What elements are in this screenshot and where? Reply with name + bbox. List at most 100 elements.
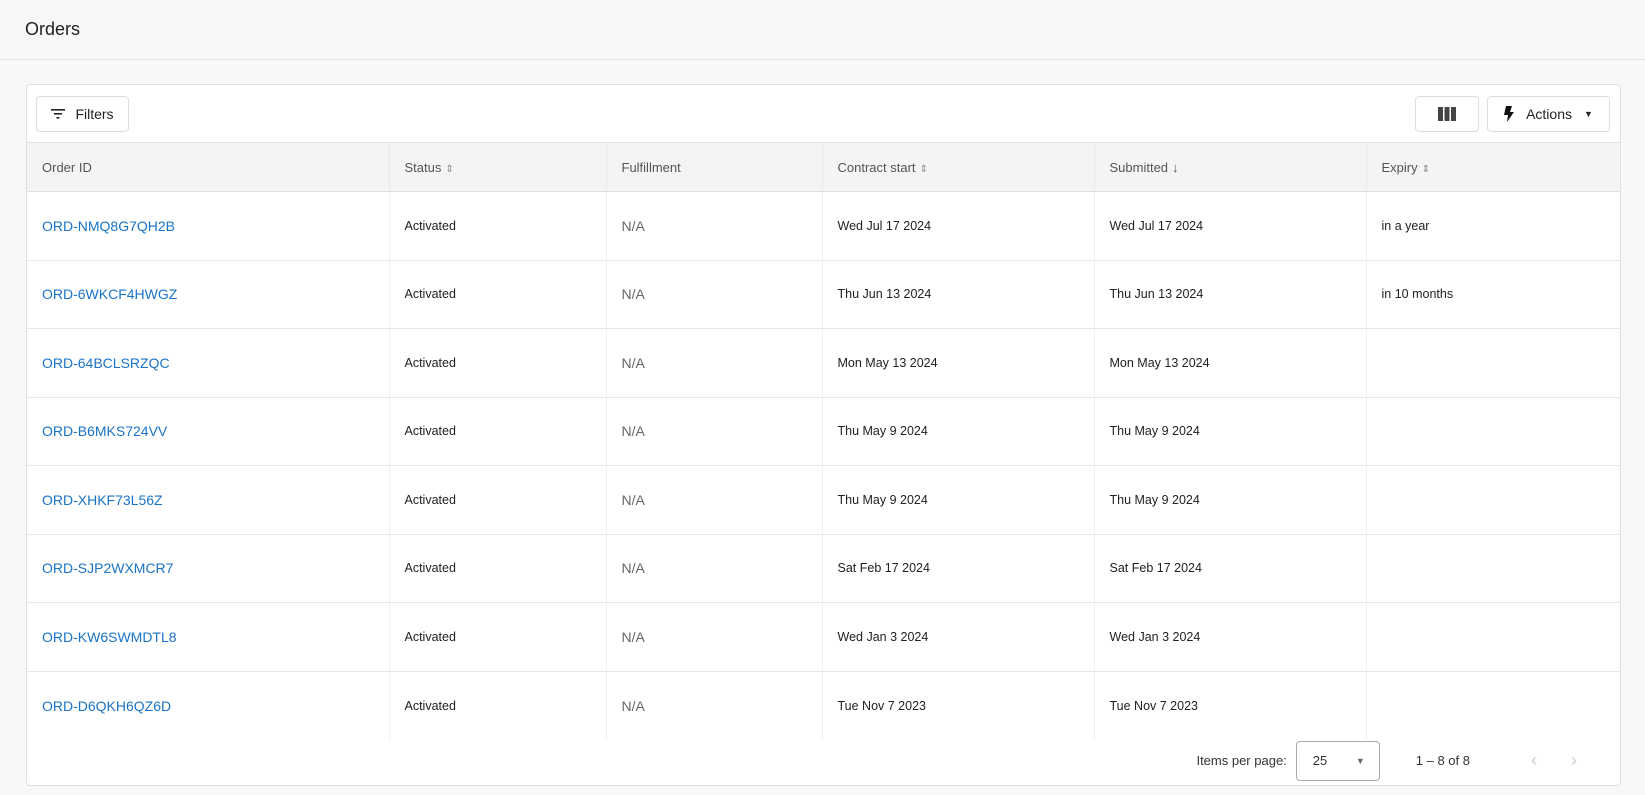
table-row: ORD-6WKCF4HWGZ Activated N/A Thu Jun 13 … [27, 260, 1620, 329]
filter-icon [51, 109, 66, 119]
order-id-cell: ORD-XHKF73L56Z [27, 465, 390, 535]
fulfillment-cell: N/A [606, 602, 823, 672]
table-row: ORD-64BCLSRZQC Activated N/A Mon May 13 … [27, 328, 1620, 398]
header-label: Expiry [1381, 159, 1418, 175]
fulfillment-cell: N/A [606, 534, 823, 603]
sort-icon: ⇕ [919, 163, 928, 175]
header-label: Fulfillment [621, 159, 681, 175]
filters-button[interactable]: Filters [36, 96, 129, 132]
contract-start-cell: Thu May 9 2024 [822, 397, 1095, 466]
order-id-link[interactable]: ORD-NMQ8G7QH2B [42, 218, 175, 234]
columns-button[interactable] [1415, 96, 1479, 132]
paginator: Items per page: 25 ▼ 1 – 8 of 8 ‹ › [27, 736, 1620, 785]
table-row: ORD-SJP2WXMCR7 Activated N/A Sat Feb 17 … [27, 534, 1620, 603]
expiry-cell [1366, 671, 1620, 740]
submitted-cell: Tue Nov 7 2023 [1094, 671, 1367, 740]
expiry-cell: in a year [1366, 191, 1620, 261]
column-header-fulfillment: Fulfillment [606, 142, 823, 192]
order-id-link[interactable]: ORD-B6MKS724VV [42, 423, 167, 439]
status-cell: Activated [389, 534, 607, 603]
items-per-page-value: 25 [1312, 753, 1328, 768]
table-row: ORD-NMQ8G7QH2B Activated N/A Wed Jul 17 … [27, 191, 1620, 261]
order-id-cell: ORD-B6MKS724VV [27, 397, 390, 466]
order-id-cell: ORD-6WKCF4HWGZ [27, 260, 390, 329]
submitted-cell: Thu May 9 2024 [1094, 397, 1367, 466]
expiry-cell [1366, 397, 1620, 466]
page-header: Orders [0, 0, 1645, 60]
table-row: ORD-XHKF73L56Z Activated N/A Thu May 9 2… [27, 465, 1620, 535]
actions-label: Actions [1526, 106, 1572, 122]
bolt-icon [1504, 106, 1515, 122]
status-cell: Activated [389, 397, 607, 466]
submitted-cell: Wed Jan 3 2024 [1094, 602, 1367, 672]
column-header-order-id[interactable]: Order ID [27, 142, 390, 192]
fulfillment-cell: N/A [606, 260, 823, 329]
expiry-cell [1366, 328, 1620, 398]
status-cell: Activated [389, 465, 607, 535]
status-cell: Activated [389, 260, 607, 329]
order-id-link[interactable]: ORD-XHKF73L56Z [42, 492, 163, 508]
items-per-page-label: Items per page: [1196, 753, 1287, 768]
order-id-cell: ORD-KW6SWMDTL8 [27, 602, 390, 672]
range-label: 1 – 8 of 8 [1415, 753, 1470, 768]
table-row: ORD-KW6SWMDTL8 Activated N/A Wed Jan 3 2… [27, 602, 1620, 672]
header-label: Order ID [42, 159, 92, 175]
fulfillment-cell: N/A [606, 671, 823, 740]
contract-start-cell: Wed Jul 17 2024 [822, 191, 1095, 261]
submitted-cell: Wed Jul 17 2024 [1094, 191, 1367, 261]
status-cell: Activated [389, 191, 607, 261]
contract-start-cell: Mon May 13 2024 [822, 328, 1095, 398]
expiry-cell [1366, 534, 1620, 603]
expiry-cell [1366, 602, 1620, 672]
filters-label: Filters [75, 106, 114, 122]
header-label: Submitted [1109, 159, 1169, 175]
page-title: Orders [25, 19, 81, 39]
order-id-link[interactable]: ORD-64BCLSRZQC [42, 355, 170, 371]
column-header-status[interactable]: Status ⇕ [389, 142, 607, 192]
contract-start-cell: Thu Jun 13 2024 [822, 260, 1095, 329]
columns-icon [1438, 107, 1456, 121]
previous-page-button[interactable]: ‹ [1514, 750, 1554, 771]
orders-card: Filters Actions ▼ Order ID Status ⇕ Fulfi… [26, 84, 1621, 786]
status-cell: Activated [389, 671, 607, 740]
contract-start-cell: Sat Feb 17 2024 [822, 534, 1095, 603]
order-id-cell: ORD-64BCLSRZQC [27, 328, 390, 398]
order-id-cell: ORD-SJP2WXMCR7 [27, 534, 390, 603]
order-id-cell: ORD-D6QKH6QZ6D [27, 671, 390, 740]
caret-down-icon: ▼ [1584, 109, 1593, 119]
fulfillment-cell: N/A [606, 328, 823, 398]
submitted-cell: Mon May 13 2024 [1094, 328, 1367, 398]
status-cell: Activated [389, 328, 607, 398]
submitted-cell: Sat Feb 17 2024 [1094, 534, 1367, 603]
header-label: Status [404, 159, 442, 175]
column-header-submitted[interactable]: Submitted ↓ [1094, 142, 1367, 192]
fulfillment-cell: N/A [606, 397, 823, 466]
order-id-link[interactable]: ORD-D6QKH6QZ6D [42, 698, 171, 714]
fulfillment-cell: N/A [606, 191, 823, 261]
contract-start-cell: Tue Nov 7 2023 [822, 671, 1095, 740]
submitted-cell: Thu Jun 13 2024 [1094, 260, 1367, 329]
order-id-link[interactable]: ORD-KW6SWMDTL8 [42, 629, 177, 645]
status-cell: Activated [389, 602, 607, 672]
order-id-link[interactable]: ORD-6WKCF4HWGZ [42, 286, 177, 302]
sort-desc-icon: ↓ [1172, 159, 1179, 175]
expiry-cell: in 10 months [1366, 260, 1620, 329]
fulfillment-cell: N/A [606, 465, 823, 535]
header-label: Contract start [837, 159, 916, 175]
sort-icon: ⇕ [1421, 163, 1431, 175]
order-id-link[interactable]: ORD-SJP2WXMCR7 [42, 560, 173, 576]
expiry-cell [1366, 465, 1620, 535]
sort-icon: ⇕ [445, 163, 454, 175]
actions-button[interactable]: Actions ▼ [1487, 96, 1610, 132]
items-per-page-select[interactable]: 25 ▼ [1295, 740, 1380, 781]
table-row: ORD-B6MKS724VV Activated N/A Thu May 9 2… [27, 397, 1620, 466]
order-id-cell: ORD-NMQ8G7QH2B [27, 191, 390, 261]
submitted-cell: Thu May 9 2024 [1094, 465, 1367, 535]
orders-table: Order ID Status ⇕ Fulfillment Contract st… [27, 142, 1620, 740]
caret-down-icon: ▼ [1355, 755, 1365, 766]
contract-start-cell: Wed Jan 3 2024 [822, 602, 1095, 672]
contract-start-cell: Thu May 9 2024 [822, 465, 1095, 535]
column-header-expiry[interactable]: Expiry ⇕ [1366, 142, 1620, 192]
column-header-contract-start[interactable]: Contract start ⇕ [822, 142, 1095, 192]
next-page-button[interactable]: › [1554, 750, 1594, 771]
